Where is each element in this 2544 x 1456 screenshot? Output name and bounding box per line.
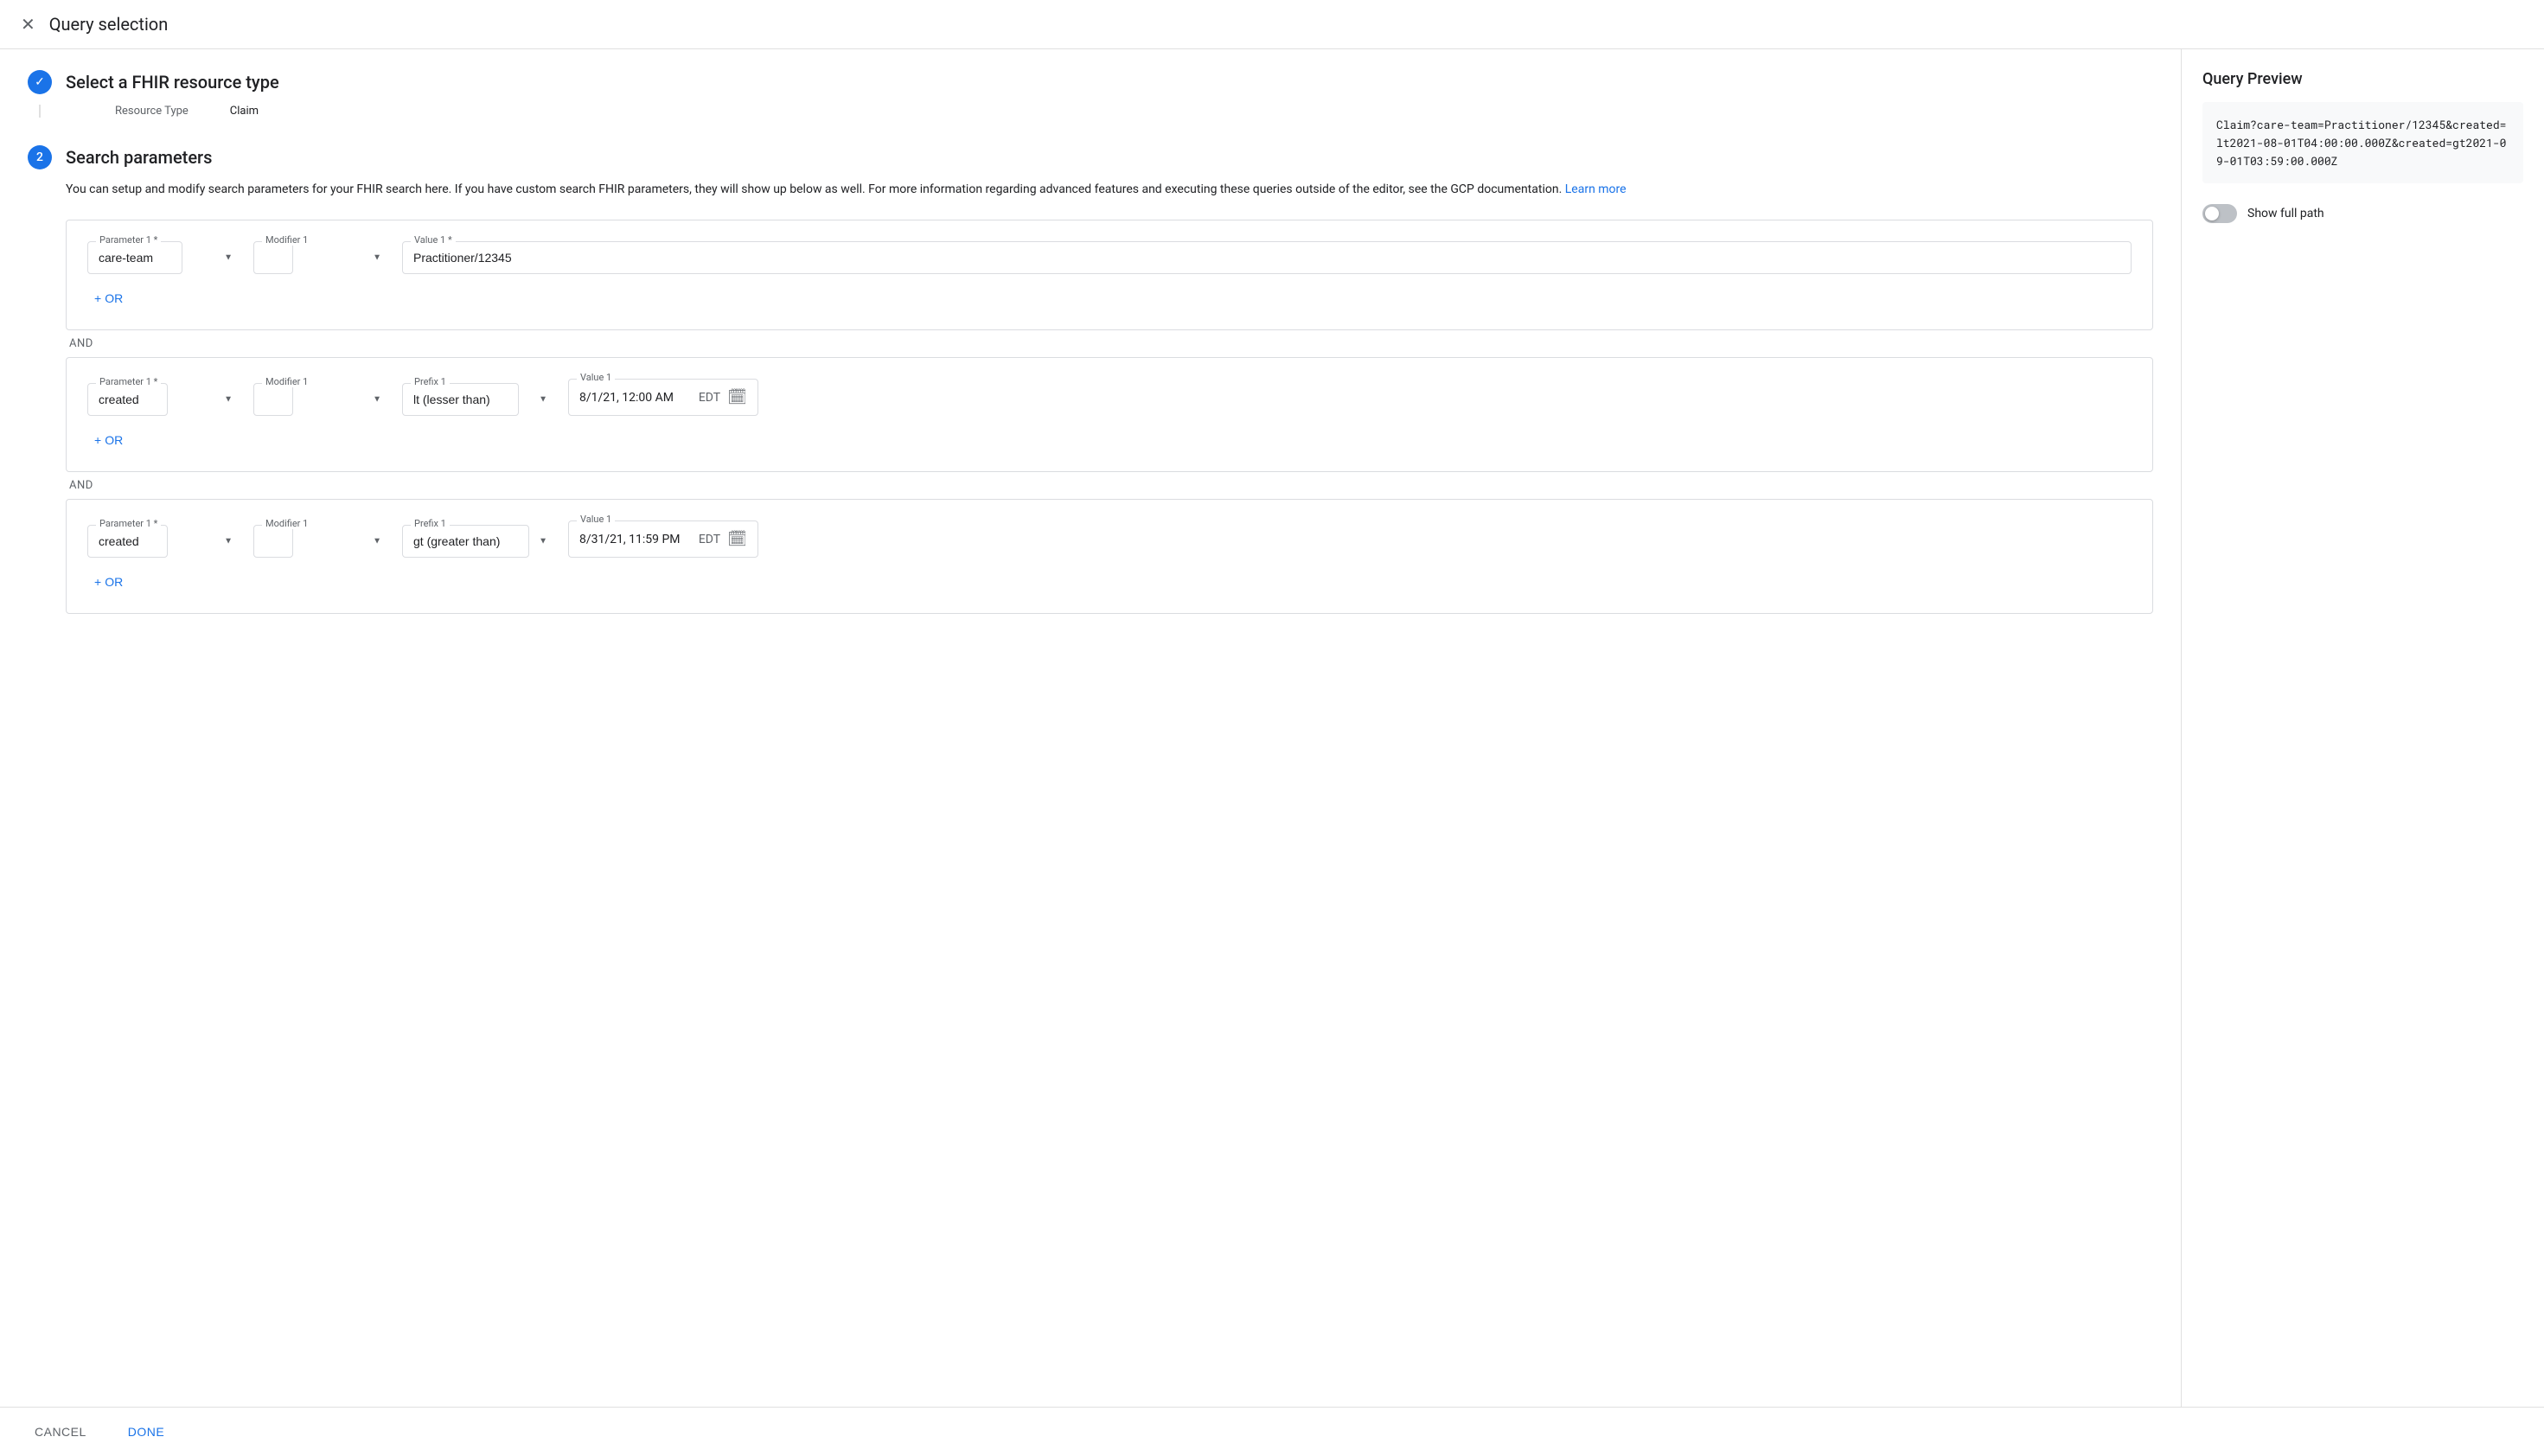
prefix-2-select-wrapper[interactable]: gt (greater than) — [402, 525, 558, 558]
toggle-slider — [2202, 204, 2237, 223]
parameter-1-select[interactable]: care-team — [87, 241, 182, 274]
section-2: 2 Search parameters You can setup and mo… — [28, 145, 2153, 614]
param-card-3: Parameter 1 * created Modifier 1 — [66, 499, 2153, 614]
footer: CANCEL DONE — [0, 1407, 2544, 1456]
prefix-1-select-wrapper[interactable]: lt (lesser than) — [402, 383, 558, 416]
query-preview-title: Query Preview — [2202, 70, 2523, 88]
section-2-description: You can setup and modify search paramete… — [66, 180, 2153, 199]
dialog-title: Query selection — [49, 14, 169, 35]
date-timezone-1: EDT — [699, 391, 720, 405]
date-value-1-field: Value 1 8/1/21, 12:00 AM EDT 🗓 — [568, 379, 758, 416]
modifier-3-select[interactable] — [253, 525, 293, 558]
date-value-2-input[interactable]: 8/31/21, 11:59 PM EDT 🗓 — [568, 520, 758, 558]
modifier-3-label: Modifier 1 — [262, 518, 311, 529]
prefix-2-label: Prefix 1 — [411, 518, 450, 529]
main-layout: ✓ Select a FHIR resource type Resource T… — [0, 49, 2544, 1407]
calendar-icon-1[interactable]: 🗓 — [727, 388, 747, 406]
prefix-2-select[interactable]: gt (greater than) — [402, 525, 529, 558]
section-1-title: Select a FHIR resource type — [66, 72, 279, 93]
step-2-icon: 2 — [28, 145, 52, 169]
section-2-header: 2 Search parameters — [28, 145, 2153, 169]
and-label-2: AND — [66, 479, 2153, 492]
value-1-input[interactable] — [402, 241, 2132, 274]
parameter-2-field: Parameter 1 * created — [87, 383, 243, 416]
right-panel: Query Preview Claim?care-team=Practition… — [2181, 49, 2544, 1407]
prefix-2-field: Prefix 1 gt (greater than) — [402, 525, 558, 558]
parameter-1-select-wrapper[interactable]: care-team — [87, 241, 243, 274]
dialog-header: ✕ Query selection — [0, 0, 2544, 49]
calendar-icon-2[interactable]: 🗓 — [727, 530, 747, 548]
modifier-1-field: Modifier 1 — [253, 241, 392, 274]
param-card-2-row: Parameter 1 * created Modifier 1 — [87, 379, 2132, 416]
parameter-1-field: Parameter 1 * care-team — [87, 241, 243, 274]
section-1: ✓ Select a FHIR resource type Resource T… — [28, 70, 2153, 118]
or-button-1[interactable]: + OR — [87, 288, 130, 309]
date-value-1-input[interactable]: 8/1/21, 12:00 AM EDT 🗓 — [568, 379, 758, 416]
prefix-1-select[interactable]: lt (lesser than) — [402, 383, 519, 416]
param-card-1-row: Parameter 1 * care-team Modifier 1 — [87, 241, 2132, 274]
section-2-title: Search parameters — [66, 147, 212, 168]
date-value-2-label: Value 1 — [577, 514, 615, 525]
modifier-1-label: Modifier 1 — [262, 234, 311, 246]
modifier-2-select-wrapper[interactable] — [253, 383, 392, 416]
step-2-number: 2 — [36, 150, 43, 164]
or-plus-icon-3: + — [94, 575, 101, 589]
value-1-label: Value 1 * — [411, 234, 456, 246]
param-card-2: Parameter 1 * created Modifier 1 — [66, 357, 2153, 472]
modifier-1-select[interactable] — [253, 241, 293, 274]
modifier-2-field: Modifier 1 — [253, 383, 392, 416]
or-label-2: OR — [105, 433, 123, 447]
checkmark-icon: ✓ — [35, 75, 45, 89]
resource-type-row: Resource Type Claim — [77, 105, 2153, 118]
step-1-icon: ✓ — [28, 70, 52, 94]
parameter-2-select[interactable]: created — [87, 383, 168, 416]
modifier-2-label: Modifier 1 — [262, 376, 311, 387]
query-preview-box: Claim?care-team=Practitioner/12345&creat… — [2202, 102, 2523, 183]
parameter-1-label: Parameter 1 * — [96, 234, 161, 246]
or-plus-icon: + — [94, 291, 101, 305]
modifier-1-select-wrapper[interactable] — [253, 241, 392, 274]
show-full-path-toggle[interactable] — [2202, 204, 2237, 223]
parameter-2-select-wrapper[interactable]: created — [87, 383, 243, 416]
left-panel: ✓ Select a FHIR resource type Resource T… — [0, 49, 2181, 1407]
prefix-1-label: Prefix 1 — [411, 376, 450, 387]
modifier-3-field: Modifier 1 — [253, 525, 392, 558]
date-value-1-text: 8/1/21, 12:00 AM — [579, 391, 692, 405]
parameter-3-field: Parameter 1 * created — [87, 525, 243, 558]
learn-more-link[interactable]: Learn more — [1565, 182, 1627, 196]
done-button[interactable]: DONE — [114, 1418, 178, 1446]
section-1-header: ✓ Select a FHIR resource type — [28, 70, 2153, 94]
section-2-content: You can setup and modify search paramete… — [28, 180, 2153, 614]
value-1-field: Value 1 * — [402, 241, 2132, 274]
or-button-2[interactable]: + OR — [87, 430, 130, 450]
show-full-path-label: Show full path — [2247, 207, 2324, 220]
or-label-1: OR — [105, 291, 123, 305]
parameter-3-label: Parameter 1 * — [96, 518, 161, 529]
resource-type-value: Claim — [230, 105, 259, 118]
parameter-2-label: Parameter 1 * — [96, 376, 161, 387]
prefix-1-field: Prefix 1 lt (lesser than) — [402, 383, 558, 416]
show-full-path-row: Show full path — [2202, 204, 2523, 223]
section-1-content: Resource Type Claim — [39, 105, 2153, 118]
param-card-1: Parameter 1 * care-team Modifier 1 — [66, 220, 2153, 330]
param-card-3-row: Parameter 1 * created Modifier 1 — [87, 520, 2132, 558]
parameter-3-select-wrapper[interactable]: created — [87, 525, 243, 558]
or-button-3[interactable]: + OR — [87, 572, 130, 592]
or-label-3: OR — [105, 575, 123, 589]
or-plus-icon-2: + — [94, 433, 101, 447]
modifier-2-select[interactable] — [253, 383, 293, 416]
resource-type-label: Resource Type — [115, 105, 189, 118]
date-value-1-label: Value 1 — [577, 372, 615, 383]
parameter-3-select[interactable]: created — [87, 525, 168, 558]
close-icon[interactable]: ✕ — [21, 14, 35, 35]
date-value-2-field: Value 1 8/31/21, 11:59 PM EDT 🗓 — [568, 520, 758, 558]
cancel-button[interactable]: CANCEL — [21, 1418, 100, 1446]
date-value-2-text: 8/31/21, 11:59 PM — [579, 533, 692, 546]
and-label-1: AND — [66, 337, 2153, 350]
date-timezone-2: EDT — [699, 533, 720, 546]
modifier-3-select-wrapper[interactable] — [253, 525, 392, 558]
